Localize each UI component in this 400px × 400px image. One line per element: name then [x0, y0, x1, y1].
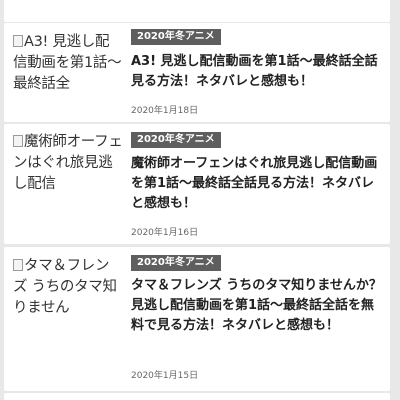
article-card[interactable]: A3! 見逃し配信動画を第1話〜最終話全 2020年冬アニメ A3! 見逃し配信…: [4, 23, 390, 122]
thumbnail-alt-text: 魔術師オーフェンはぐれ旅見逃し配信: [13, 134, 123, 192]
article-date: 2020年1月16日: [131, 228, 199, 238]
article-thumbnail[interactable]: タマ＆フレンズ うちのタマ知りません: [13, 256, 123, 319]
broken-image-icon: [13, 135, 23, 147]
article-card-partial-bottom: [4, 393, 390, 400]
article-date: 2020年1月15日: [131, 371, 199, 381]
broken-image-icon: [13, 35, 23, 47]
article-card[interactable]: 魔術師オーフェンはぐれ旅見逃し配信 2020年冬アニメ 魔術師オーフェンはぐれ旅…: [4, 124, 390, 244]
thumbnail-alt-text: タマ＆フレンズ うちのタマ知りません: [13, 258, 117, 316]
category-badge[interactable]: 2020年冬アニメ: [131, 29, 221, 45]
article-title-link[interactable]: A3! 見逃し配信動画を第1話〜最終話全話見る方法！ネタバレと感想も！: [131, 52, 385, 92]
article-title-link[interactable]: 魔術師オーフェンはぐれ旅見逃し配信動画を第1話〜最終話全話見る方法！ネタバレと感…: [131, 154, 385, 214]
article-date: 2020年1月18日: [131, 106, 199, 116]
article-list: A3! 見逃し配信動画を第1話〜最終話全 2020年冬アニメ A3! 見逃し配信…: [0, 0, 400, 400]
category-badge[interactable]: 2020年冬アニメ: [131, 255, 221, 271]
article-title-link[interactable]: タマ＆フレンズ うちのタマ知りませんか？見逃し配信動画を第1話〜最終話全話を無料…: [131, 276, 385, 336]
article-card-partial-top: [4, 0, 390, 22]
article-thumbnail[interactable]: A3! 見逃し配信動画を第1話〜最終話全: [13, 32, 123, 95]
category-badge[interactable]: 2020年冬アニメ: [131, 132, 221, 148]
thumbnail-alt-text: A3! 見逃し配信動画を第1話〜最終話全: [13, 34, 122, 92]
article-card[interactable]: タマ＆フレンズ うちのタマ知りません 2020年冬アニメ タマ＆フレンズ うちの…: [4, 247, 390, 391]
article-thumbnail[interactable]: 魔術師オーフェンはぐれ旅見逃し配信: [13, 132, 123, 195]
broken-image-icon: [13, 259, 23, 271]
